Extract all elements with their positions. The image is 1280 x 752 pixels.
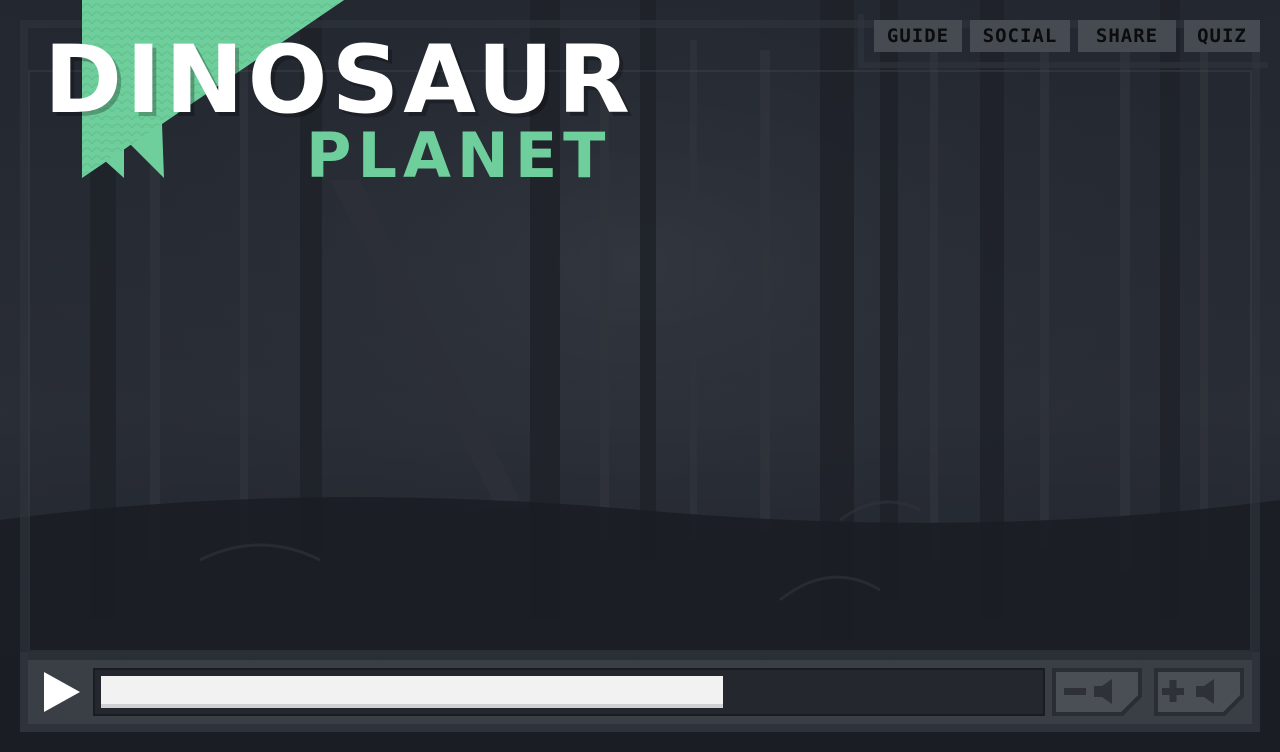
volume-down-icon: [1052, 668, 1142, 716]
progress-bar[interactable]: [93, 668, 1045, 716]
play-icon: [44, 672, 80, 712]
player-controls: [28, 660, 1252, 724]
play-button[interactable]: [42, 670, 82, 714]
volume-up-icon: [1154, 668, 1244, 716]
nav-social-button[interactable]: SOCIAL: [970, 20, 1070, 52]
nav-guide-button[interactable]: GUIDE: [874, 20, 962, 52]
volume-up-button[interactable]: [1152, 666, 1246, 716]
nav-quiz-button[interactable]: QUIZ: [1184, 20, 1260, 52]
progress-fill: [101, 676, 723, 708]
nav-share-button[interactable]: SHARE: [1078, 20, 1176, 52]
volume-down-button[interactable]: [1050, 666, 1144, 716]
top-nav: GUIDE SOCIAL SHARE QUIZ: [874, 20, 1260, 52]
logo-subtitle: PLANET: [306, 119, 612, 192]
